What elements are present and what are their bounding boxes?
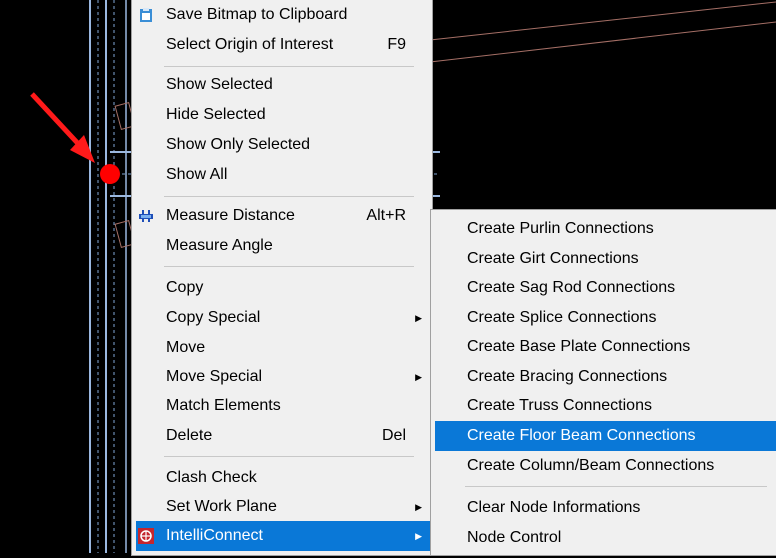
submenu-item-label: Create Floor Beam Connections [467, 427, 696, 444]
menu-item-label: Show All [166, 166, 228, 183]
submenu-item-label: Create Sag Rod Connections [467, 279, 676, 296]
submenu-item-bracing[interactable]: Create Bracing Connections [431, 362, 776, 392]
submenu-item-floor-beam[interactable]: Create Floor Beam Connections [435, 421, 776, 451]
submenu-item-clear-node-informations[interactable]: Clear Node Informations [431, 493, 776, 523]
menu-item-label: Show Selected [166, 76, 273, 93]
pointer-arrow [30, 92, 86, 152]
menu-item-label: Measure Distance [166, 207, 295, 224]
submenu-arrow-icon: ▶ [415, 531, 422, 541]
selected-node-marker [100, 164, 120, 184]
menu-item-label: Copy [166, 279, 204, 296]
submenu-item-label: Clear Node Informations [467, 499, 641, 516]
menu-item-intelliconnect[interactable]: IntelliConnect ▶ [136, 521, 432, 551]
submenu-arrow-icon: ▶ [415, 372, 422, 382]
menu-item-delete[interactable]: Delete Del [132, 421, 432, 451]
menu-item-label: Save Bitmap to Clipboard [166, 6, 348, 23]
menu-item-shortcut: Del [381, 427, 406, 444]
submenu-item-sag-rod[interactable]: Create Sag Rod Connections [431, 273, 776, 303]
menu-item-label: Set Work Plane [166, 498, 277, 515]
submenu-separator [465, 486, 767, 487]
submenu-item-label: Create Girt Connections [467, 250, 639, 267]
menu-item-shortcut: F9 [387, 36, 406, 53]
menu-item-label: Clash Check [166, 469, 257, 486]
menu-item-label: Hide Selected [166, 106, 266, 123]
submenu-item-splice[interactable]: Create Splice Connections [431, 303, 776, 333]
menu-item-match-elements[interactable]: Match Elements [132, 391, 432, 421]
menu-item-label: Show Only Selected [166, 136, 311, 153]
menu-item-hide-selected[interactable]: Hide Selected [132, 100, 432, 130]
menu-item-clash-check[interactable]: Clash Check [132, 463, 432, 493]
menu-item-label: Measure Angle [166, 237, 273, 254]
submenu-item-node-control[interactable]: Node Control [431, 523, 776, 553]
submenu-item-label: Create Base Plate Connections [467, 338, 691, 355]
menu-item-copy-special[interactable]: Copy Special ▶ [132, 303, 432, 333]
submenu-item-label: Create Column/Beam Connections [467, 457, 715, 474]
menu-item-show-only-selected[interactable]: Show Only Selected [132, 130, 432, 160]
menu-item-show-all[interactable]: Show All [132, 160, 432, 190]
context-menu: Save Bitmap to Clipboard Select Origin o… [131, 0, 433, 556]
menu-item-label: Move Special [166, 368, 263, 385]
submenu-item-label: Node Control [467, 529, 562, 546]
menu-item-measure-distance[interactable]: Measure Distance Alt+R [132, 201, 432, 231]
menu-item-save-bitmap[interactable]: Save Bitmap to Clipboard [132, 0, 432, 30]
intelliconnect-icon [138, 528, 154, 544]
menu-item-move[interactable]: Move [132, 333, 432, 363]
submenu-item-label: Create Splice Connections [467, 309, 657, 326]
submenu-item-label: Create Truss Connections [467, 397, 652, 414]
menu-item-copy[interactable]: Copy [132, 273, 432, 303]
submenu-item-column-beam[interactable]: Create Column/Beam Connections [431, 451, 776, 481]
menu-separator [164, 196, 414, 197]
menu-item-shortcut: Alt+R [366, 207, 406, 224]
menu-separator [164, 266, 414, 267]
menu-item-label: Select Origin of Interest [166, 36, 334, 53]
submenu-item-truss[interactable]: Create Truss Connections [431, 391, 776, 421]
menu-item-label: Delete [166, 427, 213, 444]
menu-item-move-special[interactable]: Move Special ▶ [132, 362, 432, 392]
clipboard-icon [140, 8, 152, 22]
menu-separator [164, 66, 414, 67]
measure-icon [139, 210, 153, 222]
submenu-item-base-plate[interactable]: Create Base Plate Connections [431, 332, 776, 362]
menu-item-label: Move [166, 339, 206, 356]
menu-item-show-selected[interactable]: Show Selected [132, 70, 432, 100]
menu-item-select-origin[interactable]: Select Origin of Interest F9 [132, 30, 432, 60]
menu-item-label: Copy Special [166, 309, 261, 326]
menu-separator [164, 456, 414, 457]
menu-item-set-work-plane[interactable]: Set Work Plane ▶ [132, 492, 432, 522]
submenu-item-girt[interactable]: Create Girt Connections [431, 244, 776, 274]
intelliconnect-submenu: Create Purlin Connections Create Girt Co… [430, 209, 776, 556]
menu-item-measure-angle[interactable]: Measure Angle [132, 231, 432, 261]
submenu-item-label: Create Purlin Connections [467, 220, 654, 237]
submenu-arrow-icon: ▶ [415, 502, 422, 512]
submenu-item-purlin[interactable]: Create Purlin Connections [431, 214, 776, 244]
menu-item-label: Match Elements [166, 397, 281, 414]
submenu-item-label: Create Bracing Connections [467, 368, 668, 385]
submenu-arrow-icon: ▶ [415, 313, 422, 323]
menu-item-label: IntelliConnect [166, 527, 263, 544]
